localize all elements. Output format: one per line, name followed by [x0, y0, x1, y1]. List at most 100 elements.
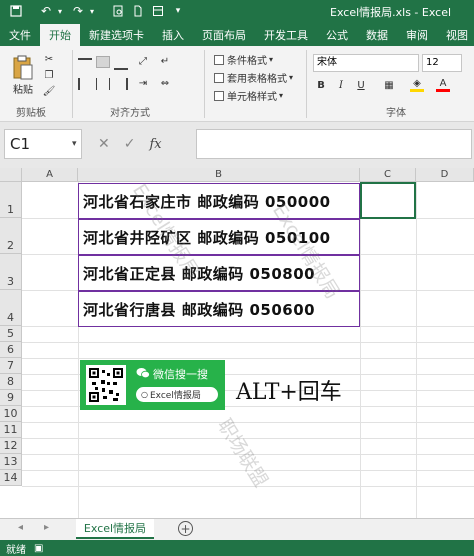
bold-icon[interactable]: B: [314, 78, 328, 92]
wechat-search-box: ○ Excel情报局: [136, 387, 218, 402]
selected-cell-c1[interactable]: [360, 182, 416, 219]
row-header-1[interactable]: 1: [0, 182, 22, 218]
undo-icon[interactable]: ↶: [36, 1, 56, 21]
name-box[interactable]: C1: [4, 129, 82, 159]
orientation-icon[interactable]: ⤢: [136, 54, 150, 68]
cell-styles-button[interactable]: 单元格样式 ▾: [214, 88, 283, 103]
spreadsheet-grid[interactable]: A B C D 1 2 3 4 5 6 7 8 9 10 11 12 13 14…: [0, 168, 474, 518]
formula-actions: ✕ ✓ fx: [92, 129, 192, 159]
row-header-4[interactable]: 4: [0, 290, 22, 326]
align-right-icon[interactable]: [114, 78, 128, 90]
column-header-d[interactable]: D: [416, 168, 474, 182]
grid-line: [22, 454, 474, 455]
row-header-5[interactable]: 5: [0, 326, 22, 342]
row-header-2[interactable]: 2: [0, 218, 22, 254]
font-size-select[interactable]: 12: [422, 54, 462, 72]
tab-formulas[interactable]: 公式: [317, 24, 357, 46]
cell-b1[interactable]: 河北省石家庄市 邮政编码 050000: [78, 183, 360, 219]
align-center-icon[interactable]: [96, 78, 110, 90]
wrap-text-icon[interactable]: ↵: [158, 54, 172, 68]
row-header-6[interactable]: 6: [0, 342, 22, 358]
cell-b3[interactable]: 河北省正定县 邮政编码 050800: [78, 255, 360, 291]
tab-new[interactable]: 新建选项卡: [80, 24, 153, 46]
tab-view[interactable]: 视图: [437, 24, 474, 46]
tab-file[interactable]: 文件: [0, 24, 40, 46]
row-header-13[interactable]: 13: [0, 454, 22, 470]
row-header-7[interactable]: 7: [0, 358, 22, 374]
indent-icon[interactable]: ⇥: [136, 76, 150, 90]
conditional-format-button[interactable]: 条件格式 ▾: [214, 52, 273, 67]
font-color-icon[interactable]: A: [436, 78, 450, 92]
group-divider: [204, 50, 205, 118]
font-name-select[interactable]: 宋体: [313, 54, 419, 72]
copy-icon[interactable]: ❐: [42, 68, 56, 82]
status-ready: 就绪: [6, 544, 26, 556]
redo-icon[interactable]: ↷: [68, 1, 88, 21]
customize-toolbar-icon[interactable]: ▾: [168, 1, 188, 21]
row-header-9[interactable]: 9: [0, 390, 22, 406]
align-bottom-icon[interactable]: [114, 58, 128, 70]
title-bar: ↶ ▾ ↷ ▾ ▾ Excel情报局.xls - Excel: [0, 0, 474, 22]
column-header-b[interactable]: B: [78, 168, 360, 182]
save-icon[interactable]: [6, 1, 26, 21]
cut-icon[interactable]: ✂: [42, 52, 56, 66]
paste-button[interactable]: 粘贴: [8, 50, 38, 100]
grid-line: [22, 486, 474, 487]
row-header-11[interactable]: 11: [0, 422, 22, 438]
tab-review[interactable]: 审阅: [397, 24, 437, 46]
table-format-icon: [214, 72, 224, 83]
formula-input[interactable]: [196, 129, 472, 159]
table-format-button[interactable]: 套用表格格式 ▾: [214, 70, 293, 85]
grid-line: [22, 422, 474, 423]
status-bar: 就绪 ▣: [0, 540, 474, 556]
select-all-corner[interactable]: [0, 168, 22, 182]
sheet-tab-excel[interactable]: Excel情报局: [76, 519, 154, 539]
grid-line: [22, 470, 474, 471]
cell-styles-icon: [214, 90, 224, 101]
row-header-8[interactable]: 8: [0, 374, 22, 390]
tab-page-layout[interactable]: 页面布局: [193, 24, 255, 46]
row-header-12[interactable]: 12: [0, 438, 22, 454]
border-icon[interactable]: ▦: [382, 78, 396, 92]
tab-developer[interactable]: 开发工具: [255, 24, 317, 46]
tab-insert[interactable]: 插入: [153, 24, 193, 46]
row-header-10[interactable]: 10: [0, 406, 22, 422]
column-header-c[interactable]: C: [360, 168, 416, 182]
paste-label: 粘贴: [13, 84, 33, 96]
grid-line: [360, 182, 361, 518]
group-divider: [72, 50, 73, 118]
wechat-search-label: 微信搜一搜: [136, 366, 208, 382]
row-header-14[interactable]: 14: [0, 470, 22, 486]
fill-color-icon[interactable]: ◈: [410, 78, 424, 92]
redo-dropdown-icon[interactable]: ▾: [88, 1, 96, 21]
underline-icon[interactable]: U: [354, 78, 368, 92]
align-left-icon[interactable]: [78, 78, 92, 90]
format-painter-icon[interactable]: 🖌: [42, 84, 56, 98]
cell-b4[interactable]: 河北省行唐县 邮政编码 050600: [78, 291, 360, 327]
sheet-tab-bar: ◂ ▸ Excel情报局 +: [0, 518, 474, 540]
clipboard-group-label: 剪贴板: [16, 108, 46, 119]
form-icon[interactable]: [148, 1, 168, 21]
new-file-icon[interactable]: [128, 1, 148, 21]
italic-icon[interactable]: I: [334, 78, 348, 92]
sheet-prev-icon[interactable]: ◂: [18, 522, 23, 533]
cell-b2[interactable]: 河北省井陉矿区 邮政编码 050100: [78, 219, 360, 255]
cancel-icon[interactable]: ✕: [98, 136, 110, 152]
column-header-a[interactable]: A: [22, 168, 78, 182]
insert-function-icon[interactable]: fx: [149, 137, 161, 152]
undo-dropdown-icon[interactable]: ▾: [56, 1, 64, 21]
tab-home[interactable]: 开始: [40, 24, 80, 46]
align-top-icon[interactable]: [78, 58, 92, 70]
merge-center-icon[interactable]: ⇔: [158, 76, 172, 90]
add-sheet-icon[interactable]: +: [178, 521, 193, 536]
name-box-dropdown-icon[interactable]: ▾: [72, 139, 77, 149]
row-header-3[interactable]: 3: [0, 254, 22, 290]
tab-data[interactable]: 数据: [357, 24, 397, 46]
macro-record-icon[interactable]: ▣: [34, 543, 43, 554]
confirm-icon[interactable]: ✓: [124, 136, 136, 152]
grid-line: [22, 438, 474, 439]
sheet-next-icon[interactable]: ▸: [44, 522, 49, 533]
align-middle-icon[interactable]: [96, 56, 110, 68]
print-preview-icon[interactable]: [108, 1, 128, 21]
search-icon: ○: [141, 390, 148, 399]
